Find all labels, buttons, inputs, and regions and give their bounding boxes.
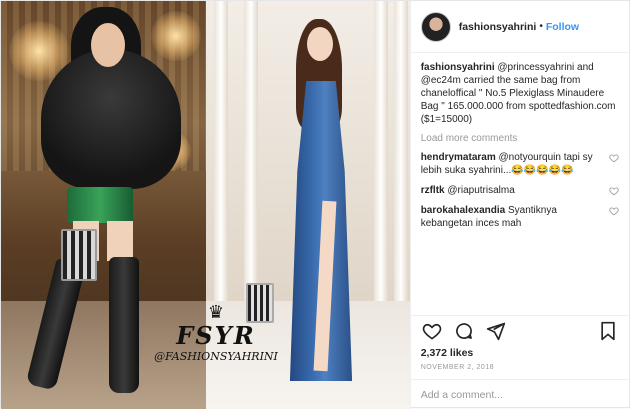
comment-like-icon[interactable] (609, 186, 619, 196)
watermark-logo: FSYR (176, 321, 256, 350)
like-button[interactable] (421, 320, 443, 342)
watermark: ♛ FSYR @FASHIONSYAHRINI (151, 304, 281, 384)
add-comment-bar (410, 379, 629, 409)
comment-username[interactable]: rzfltk (421, 185, 445, 196)
comment-item: barokahalexandia Syantiknya kebangetan i… (421, 204, 619, 230)
bag-left (61, 229, 97, 281)
caption-username[interactable]: fashionsyahrini (421, 62, 495, 73)
bookmark-icon (601, 321, 615, 340)
avatar[interactable] (420, 11, 451, 42)
comment-icon (455, 322, 472, 339)
comment-item: hendrymataram @notyourquin tapi sy lebih… (421, 151, 619, 177)
post-sidebar: fashionsyahrini • Follow fashionsyahrini… (409, 1, 629, 409)
header-username[interactable]: fashionsyahrini (459, 21, 537, 33)
watermark-handle: @FASHIONSYAHRINI (154, 350, 278, 363)
comment-item: rzfltk @riaputrisalma (421, 184, 619, 197)
header-separator: • (539, 21, 543, 32)
comments-section: fashionsyahrini @princessyahrini and @ec… (411, 53, 629, 315)
action-bar (410, 315, 629, 345)
crown-icon: ♛ (207, 302, 225, 323)
comment-text: @riaputrisalma (447, 185, 515, 196)
share-icon (486, 322, 505, 340)
load-more-comments-button[interactable]: Load more comments (421, 133, 619, 144)
comment-username[interactable]: barokahalexandia (421, 205, 505, 216)
comment-like-icon[interactable] (609, 206, 619, 216)
post-header: fashionsyahrini • Follow (410, 1, 629, 53)
comment-like-icon[interactable] (609, 153, 619, 163)
add-comment-input[interactable] (420, 388, 619, 401)
likes-count[interactable]: 2,372 likes (411, 345, 629, 359)
instagram-post: ♛ FSYR @FASHIONSYAHRINI fashionsyahrini … (0, 0, 630, 409)
comment-username[interactable]: hendrymataram (421, 152, 496, 163)
heart-icon (422, 323, 441, 339)
share-button[interactable] (485, 320, 507, 342)
save-button[interactable] (597, 320, 619, 342)
follow-button[interactable]: Follow (546, 21, 579, 33)
caption: fashionsyahrini @princessyahrini and @ec… (421, 61, 619, 126)
comment-button[interactable] (453, 320, 475, 342)
post-date: NOVEMBER 2, 2018 (420, 364, 495, 371)
post-image[interactable]: ♛ FSYR @FASHIONSYAHRINI (1, 1, 410, 409)
